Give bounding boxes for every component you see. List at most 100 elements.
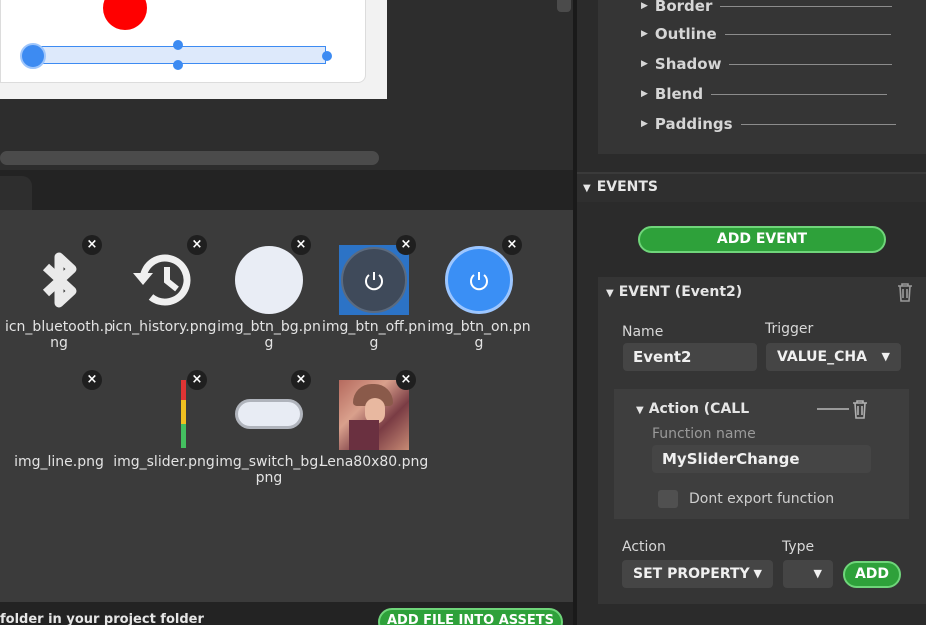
divider-line [711,93,888,95]
chevron-down-icon: ▼ [753,567,762,580]
vertical-scrollbar[interactable] [557,0,571,12]
delete-action-icon[interactable] [851,399,869,419]
remove-asset-button[interactable]: × [291,235,311,255]
expand-arrow-icon: ▶ [641,119,648,129]
event-name-input[interactable]: Event2 [623,343,757,371]
style-section-shadow[interactable]: ▶ Shadow [641,54,893,74]
style-section-label: Shadow [654,55,722,73]
bluetooth-icon [24,245,94,315]
assets-tab[interactable] [0,176,32,212]
function-name-input[interactable]: MySliderChange [652,445,871,473]
events-title: ▼ EVENTS [583,179,658,195]
drag-handle[interactable] [817,408,849,410]
events-heading: EVENTS [596,179,659,195]
asset-item[interactable]: img_btn_bg.png [214,245,324,351]
slider-knob[interactable] [20,43,46,69]
asset-name: img_btn_on.png [427,319,531,351]
power-on-image [444,245,514,315]
delete-event-icon[interactable] [896,282,914,302]
power-off-image [339,245,409,315]
selection-handle[interactable] [173,40,183,50]
expand-arrow-icon: ▶ [641,89,648,99]
collapse-arrow-icon: ▼ [583,183,591,194]
assets-panel: icn_bluetooth.png × icn_history.png × im… [0,210,573,602]
add-event-button[interactable]: ADD EVENT [638,226,886,253]
preview-card [0,0,366,83]
asset-name: img_btn_bg.png [217,319,321,351]
chevron-down-icon: ▼ [813,567,822,580]
asset-name: img_switch_bg.png [215,454,323,486]
history-icon [129,245,199,315]
trigger-dropdown[interactable]: VALUE_CHA ▼ [766,343,901,371]
add-action-button[interactable]: ADD [843,561,901,588]
remove-asset-button[interactable]: × [396,235,416,255]
asset-name: icn_history.png [111,319,217,335]
remove-asset-button[interactable]: × [396,370,416,390]
remove-asset-button[interactable]: × [82,235,102,255]
event-header[interactable]: ▼ EVENT (Event2) [606,284,742,300]
divider-line [740,123,896,125]
dont-export-checkbox[interactable] [658,490,678,508]
trigger-value: VALUE_CHA [777,349,867,365]
asset-item[interactable]: img_switch_bg.png [214,380,324,486]
style-section-label: Paddings [654,115,733,133]
divider-line [724,33,891,35]
divider-line [729,63,893,65]
asset-item[interactable]: img_btn_off.png [319,245,429,351]
selection-handle[interactable] [322,51,332,61]
style-section-border[interactable]: ▶ Border [641,0,893,16]
canvas-area [0,0,576,170]
remove-asset-button[interactable]: × [82,370,102,390]
action-label: Action [622,539,666,555]
asset-name: Lena80x80.png [319,454,429,470]
remove-asset-button[interactable]: × [502,235,522,255]
trigger-label: Trigger [765,321,814,337]
collapse-arrow-icon: ▼ [606,288,614,299]
asset-item[interactable]: img_btn_on.png [424,245,534,351]
asset-item[interactable]: icn_bluetooth.png [4,245,114,351]
remove-asset-button[interactable]: × [187,235,207,255]
line-image [24,380,94,450]
arc-knob[interactable] [103,0,147,30]
divider-line [720,5,893,7]
photo-image [339,380,409,450]
assets-tabbar [0,170,576,210]
asset-name: img_line.png [14,454,104,470]
style-section-label: Outline [654,25,717,43]
switch-background-image [234,380,304,450]
slider-image [129,380,199,450]
chevron-down-icon: ▼ [881,350,890,363]
selection-handle[interactable] [173,60,183,70]
expand-arrow-icon: ▶ [641,1,648,11]
style-section-blend[interactable]: ▶ Blend [641,84,888,104]
asset-item[interactable]: Lena80x80.png [319,380,429,470]
event-title: EVENT (Event2) [618,284,743,300]
asset-item[interactable]: icn_history.png [109,245,219,335]
type-label: Type [782,539,815,555]
dont-export-label: Dont export function [689,491,835,507]
asset-item[interactable]: img_line.png [4,380,114,470]
action-header[interactable]: ▼ Action (CALL [636,401,749,417]
style-section-label: Border [654,0,713,15]
asset-item[interactable]: img_slider.png [109,380,219,470]
action-dropdown[interactable]: SET PROPERTY ▼ [622,560,773,588]
remove-asset-button[interactable]: × [291,370,311,390]
style-section-outline[interactable]: ▶ Outline [641,24,891,44]
button-background-image [234,245,304,315]
assets-hint-text: folder in your project folder [0,612,204,625]
add-file-into-assets-button[interactable]: ADD FILE INTO ASSETS [378,608,563,625]
action-title: Action (CALL [648,401,750,417]
remove-asset-button[interactable]: × [187,370,207,390]
screen-preview [0,0,387,99]
expand-arrow-icon: ▶ [641,29,648,39]
style-section-label: Blend [654,85,704,103]
asset-name: img_slider.png [113,454,215,470]
asset-name: img_btn_off.png [321,319,427,351]
expand-arrow-icon: ▶ [641,59,648,69]
name-label: Name [622,324,664,340]
action-value: SET PROPERTY [633,566,750,582]
horizontal-scrollbar[interactable] [0,151,379,165]
collapse-arrow-icon: ▼ [636,405,644,416]
type-dropdown[interactable]: ▼ [783,560,833,588]
style-section-paddings[interactable]: ▶ Paddings [641,114,896,134]
